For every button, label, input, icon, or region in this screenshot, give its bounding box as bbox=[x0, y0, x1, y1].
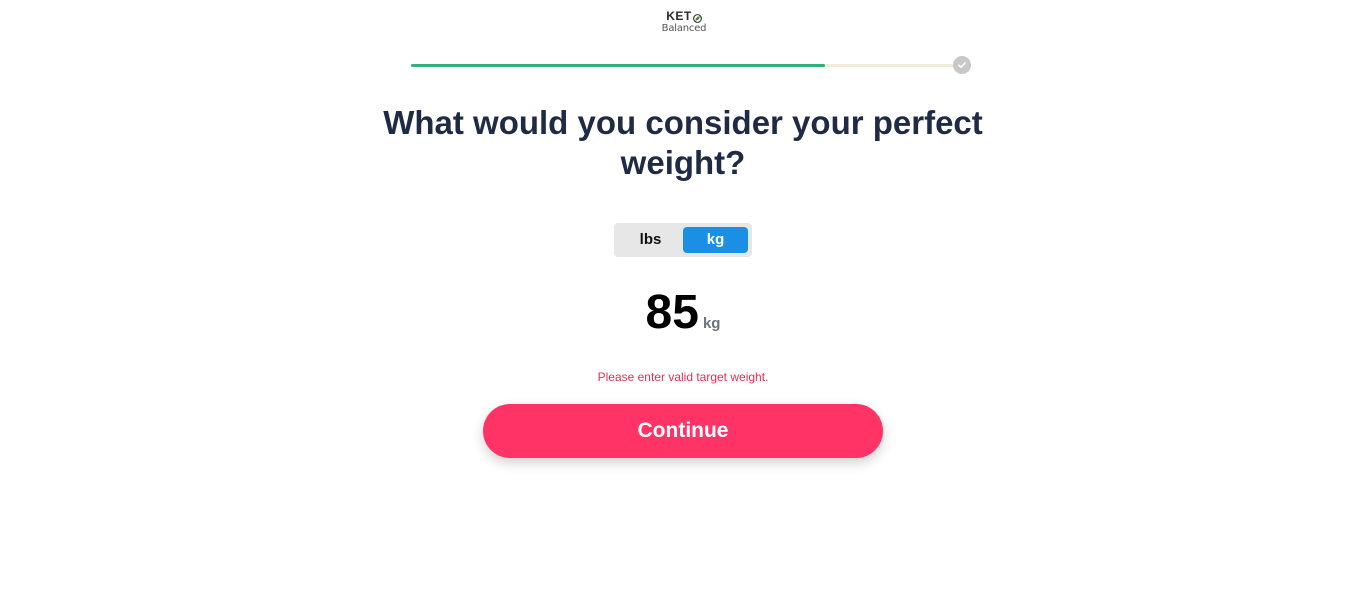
weight-input[interactable]: 85 bbox=[646, 285, 699, 341]
continue-button[interactable]: Continue bbox=[483, 404, 883, 458]
logo-bottom-text: Balanced bbox=[661, 23, 707, 34]
unit-lbs-button[interactable]: lbs bbox=[618, 227, 683, 253]
weight-display: 85 kg bbox=[583, 285, 783, 341]
weight-unit-label: kg bbox=[702, 315, 721, 332]
progress-bar bbox=[411, 64, 956, 67]
page-title: What would you consider your perfect wei… bbox=[383, 104, 983, 181]
logo-top-text: KET bbox=[666, 9, 692, 23]
progress-fill bbox=[411, 64, 826, 67]
page: KET Balanced What would you consider you… bbox=[0, 0, 1366, 599]
error-message: Please enter valid target weight. bbox=[597, 370, 769, 384]
logo: KET Balanced bbox=[652, 9, 716, 35]
unit-kg-button[interactable]: kg bbox=[683, 227, 748, 253]
logo-top: KET bbox=[652, 9, 716, 23]
unit-toggle: lbs kg bbox=[614, 223, 752, 257]
check-icon bbox=[953, 56, 971, 74]
leaf-icon bbox=[692, 12, 702, 23]
